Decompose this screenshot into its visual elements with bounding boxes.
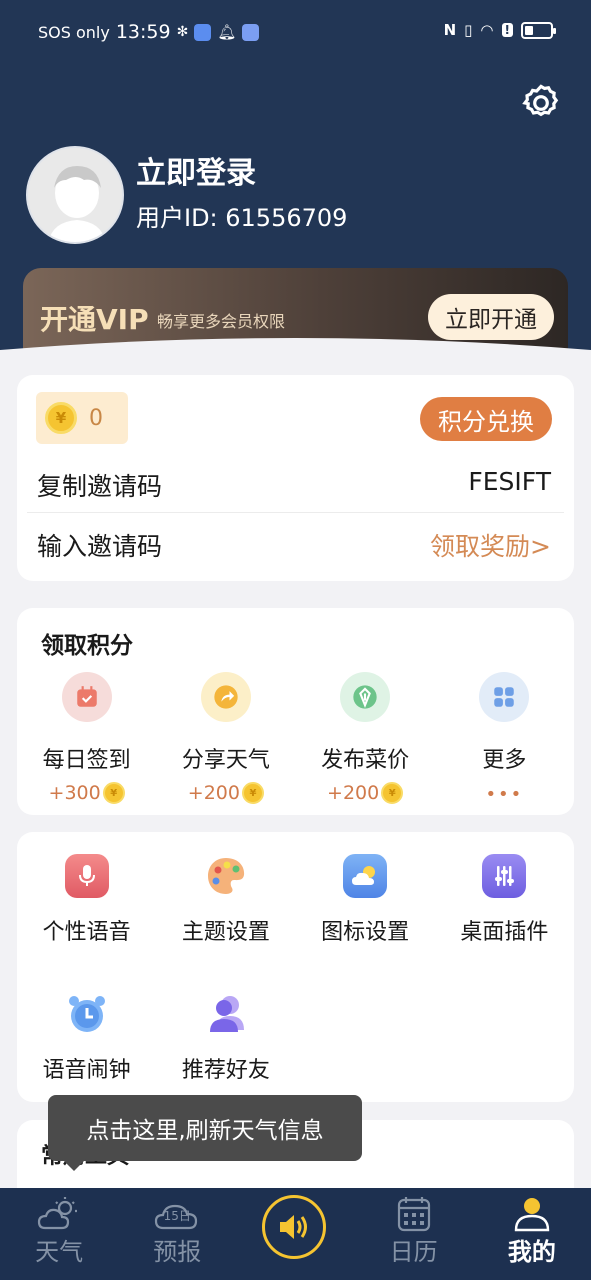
earn-points-title: 领取积分	[41, 633, 133, 659]
points-card: ¥ 0 积分兑换 复制邀请码 FESIFT 输入邀请码 领取奖励>	[17, 375, 574, 581]
vip-title: 开通VIP	[40, 303, 149, 336]
grid-more-icon	[479, 672, 530, 722]
item-points: +200 ¥	[188, 782, 264, 804]
alert-icon: !	[501, 23, 513, 37]
status-right: N ▯ ◠ !	[443, 21, 556, 39]
row-divider	[27, 512, 564, 513]
icon-settings-item[interactable]: 图标设置	[296, 854, 435, 946]
friends-icon	[204, 992, 248, 1036]
item-label: 发布菜价	[321, 748, 410, 773]
nfc-icon: N	[443, 21, 457, 39]
recommend-friends-item[interactable]: 推荐好友	[156, 992, 295, 1084]
item-label: 推荐好友	[181, 1058, 270, 1083]
claim-reward-link[interactable]: 领取奖励>	[430, 527, 551, 563]
bell-notification-icon: 🔔︎	[217, 23, 237, 41]
tab-mine[interactable]: 我的	[473, 1188, 591, 1280]
tab-label: 天气	[35, 1238, 84, 1266]
more-dots: •••	[485, 784, 524, 805]
alarm-clock-icon	[65, 992, 109, 1036]
item-points: +200 ¥	[327, 782, 404, 804]
sliders-icon	[482, 854, 527, 898]
shield-notification-icon	[194, 23, 212, 41]
coin-icon: ¥	[102, 782, 125, 804]
microphone-icon	[64, 854, 109, 898]
refresh-tooltip: 点击这里,刷新天气信息	[48, 1095, 362, 1171]
message-notification-icon	[242, 23, 260, 41]
coin-icon: ¥	[45, 402, 77, 434]
publish-price-item[interactable]: 发布菜价 +200 ¥	[296, 672, 435, 805]
item-label: 语音闹钟	[42, 1058, 131, 1083]
speaker-button[interactable]	[262, 1195, 327, 1259]
wifi-icon: ◠	[480, 21, 494, 39]
profile-header: SOS only 13:59 ✻ 🔔︎ N ▯ ◠ ! 立即登录 用户ID: 6…	[0, 0, 591, 386]
tab-weather[interactable]: 天气	[0, 1188, 118, 1280]
speaker-icon	[280, 1215, 308, 1239]
desktop-widget-item[interactable]: 桌面插件	[435, 854, 574, 946]
tab-label: 预报	[153, 1238, 202, 1266]
enter-invite-code-label[interactable]: 输入邀请码	[37, 527, 162, 563]
weather-icon-settings-icon	[343, 854, 388, 898]
item-label: 更多	[482, 748, 527, 773]
settings-gear-icon[interactable]	[520, 82, 562, 124]
profile-icon	[514, 1198, 550, 1232]
avatar[interactable]	[26, 146, 124, 244]
theme-settings-item[interactable]: 主题设置	[156, 854, 295, 946]
more-item[interactable]: 更多 •••	[435, 672, 574, 805]
tab-label: 我的	[507, 1238, 556, 1266]
share-arrow-icon	[200, 672, 251, 722]
bottom-tab-bar: 天气 15日 预报 日历 我的	[0, 1188, 591, 1280]
earn-points-card: 领取积分 每日签到 +300¥ 分享天气 +200¥ 发布菜价 +200¥	[17, 608, 574, 815]
coin-count: 0	[89, 405, 103, 431]
vip-subtitle: 畅享更多会员权限	[157, 312, 286, 331]
copy-invite-code-label[interactable]: 复制邀请码	[37, 467, 162, 503]
coin-balance[interactable]: ¥ 0	[36, 392, 128, 444]
share-weather-item[interactable]: 分享天气 +200 ¥	[156, 672, 295, 805]
app-notification-icon: ✻	[176, 24, 189, 40]
item-label: 个性语音	[42, 920, 131, 945]
coin-icon: ¥	[241, 782, 264, 804]
item-points: +300 ¥	[49, 782, 125, 804]
weather-cloud-icon	[37, 1197, 78, 1230]
item-label: 桌面插件	[460, 920, 549, 945]
voice-alarm-item[interactable]: 语音闹钟	[17, 992, 156, 1084]
tab-label: 日历	[389, 1238, 438, 1266]
tab-voice-broadcast[interactable]	[236, 1188, 354, 1280]
status-time: 13:59	[115, 21, 171, 43]
coin-icon: ¥	[381, 782, 404, 804]
calendar-icon	[397, 1197, 430, 1232]
item-label: 主题设置	[181, 920, 270, 945]
price-tag-icon	[340, 672, 391, 722]
tab-forecast[interactable]: 15日 预报	[118, 1188, 236, 1280]
vibrate-icon: ▯	[464, 21, 473, 39]
battery-icon	[521, 21, 556, 39]
daily-checkin-item[interactable]: 每日签到 +300 ¥	[17, 672, 156, 805]
default-avatar-icon	[28, 148, 122, 242]
vip-activate-button[interactable]: 立即开通	[428, 294, 554, 340]
tab-calendar[interactable]: 日历	[355, 1188, 473, 1280]
item-label: 分享天气	[181, 748, 270, 773]
login-title[interactable]: 立即登录	[136, 148, 256, 192]
custom-voice-item[interactable]: 个性语音	[17, 854, 156, 946]
carrier-label: SOS only	[38, 22, 110, 42]
points-exchange-button[interactable]: 积分兑换	[420, 397, 552, 441]
item-label: 图标设置	[321, 920, 410, 945]
forecast-badge: 15日	[163, 1209, 191, 1223]
invite-code-value[interactable]: FESIFT	[468, 467, 551, 496]
user-id: 用户ID: 61556709	[136, 204, 348, 232]
calendar-check-icon	[61, 672, 112, 722]
status-bar: SOS only 13:59 ✻ 🔔︎ N ▯ ◠ !	[0, 0, 591, 66]
item-label: 每日签到	[42, 748, 131, 773]
status-left: SOS only 13:59 ✻ 🔔︎	[38, 21, 260, 43]
tools-card: 个性语音 主题设置 图标设置 桌面插件 语音闹钟 推荐好友	[17, 832, 574, 1102]
palette-icon	[204, 854, 248, 898]
